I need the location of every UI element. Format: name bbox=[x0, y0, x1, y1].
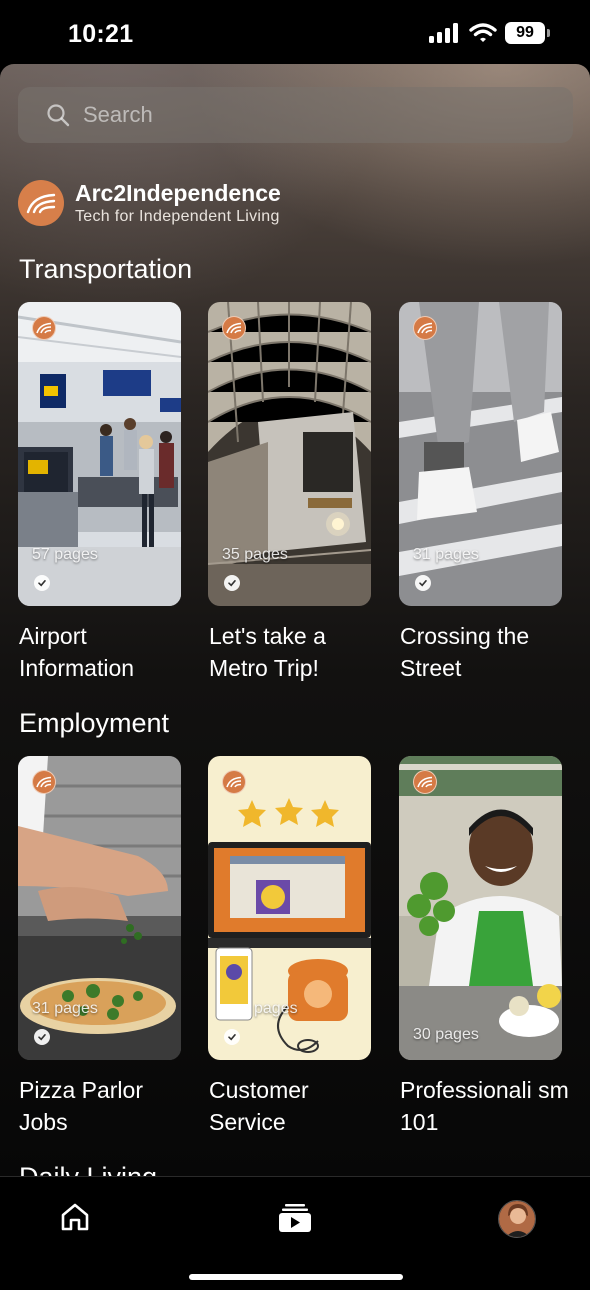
section-title-transportation: Transportation bbox=[19, 254, 193, 284]
brand-tagline: Tech for Independent Living bbox=[75, 208, 280, 225]
card-airport-information[interactable]: 57 pages bbox=[18, 302, 181, 606]
status-bar: 10:21 99 bbox=[0, 0, 590, 64]
mini-logo-icon bbox=[32, 316, 56, 340]
card-pizza-parlor-jobs[interactable]: 31 pages bbox=[18, 756, 181, 1060]
tab-home[interactable] bbox=[57, 1199, 93, 1235]
mini-logo-icon bbox=[222, 770, 246, 794]
card-title-pizza-parlor-jobs[interactable]: Pizza Parlor Jobs bbox=[19, 1074, 189, 1138]
checkmark-icon bbox=[34, 1029, 50, 1045]
card-title-airport-information[interactable]: Airport Information bbox=[19, 620, 189, 684]
tab-profile[interactable] bbox=[497, 1199, 537, 1239]
card-professionalism-101[interactable]: 30 pages bbox=[399, 756, 562, 1060]
page-count: 31 pages bbox=[32, 1000, 98, 1017]
mini-logo-icon bbox=[222, 316, 246, 340]
card-title-crossing-street[interactable]: Crossing the Street bbox=[400, 620, 570, 684]
page-count: 30 pages bbox=[413, 1026, 479, 1043]
page-count: 31 pages bbox=[413, 546, 479, 563]
page-count: 35 pages bbox=[222, 546, 288, 563]
battery-icon: 99 bbox=[505, 22, 550, 44]
card-crossing-street[interactable]: 31 pages bbox=[399, 302, 562, 606]
checkmark-icon bbox=[415, 575, 431, 591]
wifi-icon bbox=[469, 23, 497, 42]
tab-library[interactable] bbox=[277, 1199, 313, 1235]
page-count: 57 pages bbox=[32, 546, 98, 563]
card-metro-trip[interactable]: 35 pages bbox=[208, 302, 371, 606]
mini-logo-icon bbox=[32, 770, 56, 794]
rainbow-logo-icon bbox=[18, 180, 64, 226]
search-icon bbox=[47, 104, 70, 127]
mini-logo-icon bbox=[413, 770, 437, 794]
card-customer-service[interactable]: pages bbox=[208, 756, 371, 1060]
mini-logo-icon bbox=[413, 316, 437, 340]
battery-level: 99 bbox=[505, 22, 545, 44]
home-icon bbox=[61, 1203, 89, 1231]
checkmark-icon bbox=[224, 575, 240, 591]
section-title-employment: Employment bbox=[19, 708, 170, 738]
home-indicator bbox=[189, 1274, 403, 1280]
library-icon bbox=[279, 1204, 311, 1232]
status-icons: 99 bbox=[429, 22, 550, 44]
chef-photo bbox=[399, 756, 562, 1060]
card-title-customer-service[interactable]: Customer Service bbox=[209, 1074, 379, 1138]
brand-name: Arc2Independence bbox=[75, 180, 281, 206]
checkmark-icon bbox=[34, 575, 50, 591]
cellular-signal-icon bbox=[429, 23, 458, 43]
page-count: pages bbox=[254, 1000, 298, 1017]
home-sheet[interactable]: Search Arc2Independence Tech for Indepen… bbox=[0, 64, 590, 1176]
search-placeholder: Search bbox=[83, 102, 153, 127]
card-title-professionalism-101[interactable]: Professionali sm 101 bbox=[400, 1074, 570, 1138]
profile-avatar bbox=[498, 1200, 536, 1238]
section-title-daily-living: Daily Living bbox=[19, 1162, 157, 1176]
card-title-metro-trip[interactable]: Let's take a Metro Trip! bbox=[209, 620, 379, 684]
brand-header[interactable]: Arc2Independence Tech for Independent Li… bbox=[18, 179, 281, 227]
status-time: 10:21 bbox=[68, 20, 134, 48]
tab-bar bbox=[0, 1176, 590, 1290]
search-bar[interactable]: Search bbox=[18, 87, 573, 143]
checkmark-icon bbox=[224, 1029, 240, 1045]
